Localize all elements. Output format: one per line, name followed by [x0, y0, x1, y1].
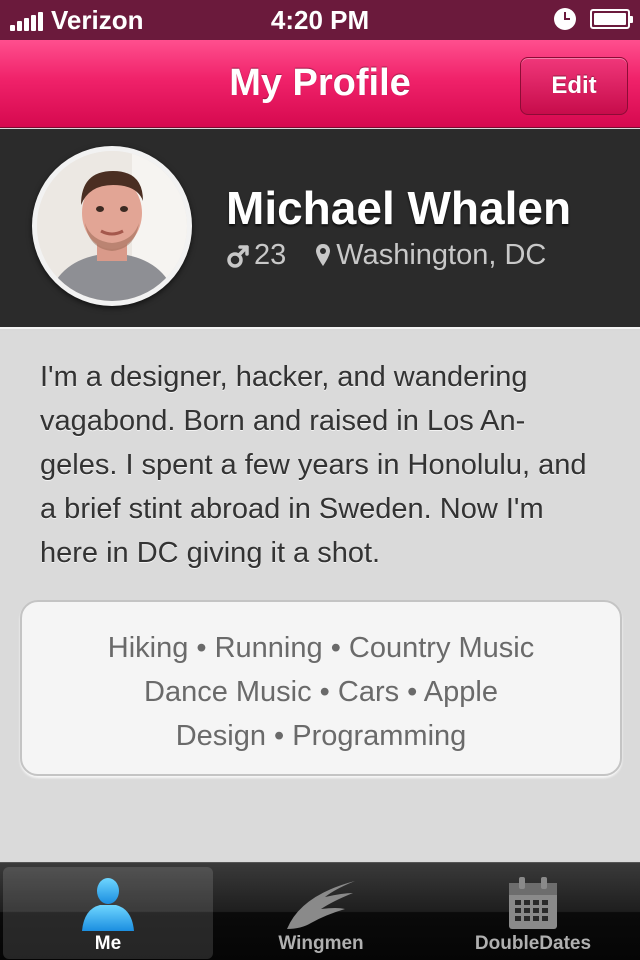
avatar-photo [37, 151, 187, 301]
profile-header: Michael Whalen 23 Washington, DC [0, 129, 640, 329]
status-right [554, 8, 633, 30]
age-group: 23 [226, 239, 286, 272]
profile-meta: 23 Washington, DC [226, 239, 574, 272]
battery-icon [590, 9, 633, 29]
profile-location: Washington, DC [336, 239, 547, 271]
person-icon [3, 873, 213, 933]
nav-bar: My Profile Edit [0, 40, 640, 128]
interests-card: Hiking • Running • Country Music Dance M… [20, 600, 622, 776]
content-area: I'm a designer, hacker, and wandering va… [0, 331, 640, 862]
tab-label: Me [94, 933, 122, 954]
interests-line: Dance Music • Cars • Apple [144, 676, 498, 708]
map-pin-icon [316, 243, 331, 266]
tab-bar: Me Wingmen DoubleDates [0, 862, 640, 960]
tab-me[interactable]: Me [3, 867, 213, 959]
wing-icon [216, 873, 426, 933]
avatar[interactable] [32, 146, 192, 306]
clock-icon [554, 8, 576, 30]
location-group: Washington, DC [314, 239, 546, 272]
interests-line: Design • Programming [175, 720, 467, 752]
status-time: 4:20 PM [270, 5, 370, 35]
tab-label: Wingmen [278, 933, 364, 954]
profile-name: Michael Whalen [226, 182, 572, 234]
bio-text: I'm a designer, hacker, and wandering va… [40, 361, 587, 569]
interests-line: Hiking • Running • Country Music [107, 632, 535, 664]
calendar-icon [428, 873, 638, 933]
male-symbol-icon [227, 244, 249, 268]
tab-doubledates[interactable]: DoubleDates [428, 867, 638, 959]
edit-button[interactable]: Edit [520, 57, 628, 115]
tab-wingmen[interactable]: Wingmen [216, 867, 426, 959]
status-bar: Verizon 4:20 PM [0, 0, 640, 40]
profile-age: 23 [254, 239, 287, 271]
tab-label: DoubleDates [474, 933, 592, 954]
